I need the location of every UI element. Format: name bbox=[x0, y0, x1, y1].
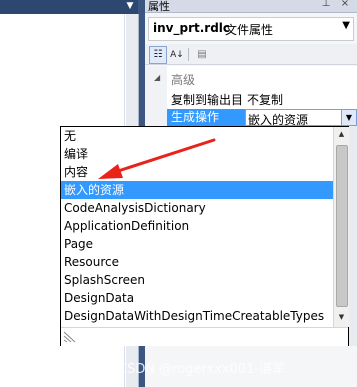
property-value[interactable]: 不复制 bbox=[247, 91, 283, 108]
dropdown-option[interactable]: 编译 bbox=[61, 145, 336, 163]
property-name: 复制到输出目 bbox=[171, 93, 243, 107]
property-grid: ◢ 高级 复制到输出目 不复制 生成操作 嵌入的资源 ▼ bbox=[145, 66, 357, 127]
dropdown-option[interactable]: ApplicationDefinition bbox=[61, 217, 336, 235]
collapse-triangle-icon[interactable]: ◢ bbox=[154, 73, 160, 82]
dropdown-scrollbar[interactable]: ▲ ▼ bbox=[333, 127, 349, 327]
dropdown-option-selected[interactable]: 嵌入的资源 bbox=[61, 181, 336, 199]
properties-toolbar: ☷ A↓ ▤ bbox=[145, 44, 357, 65]
object-name: inv_prt.rdlc bbox=[153, 21, 231, 35]
build-action-dropdown-list: 无 编译 内容 嵌入的资源 CodeAnalysisDictionary App… bbox=[60, 126, 349, 346]
dropdown-option[interactable]: DesignDataWithDesignTimeCreatableTypes bbox=[61, 307, 336, 325]
property-row-copy-to-output[interactable]: 复制到输出目 不复制 bbox=[167, 90, 357, 108]
alphabetical-sort-icon[interactable]: A↓ bbox=[168, 46, 186, 64]
build-action-combo[interactable]: 嵌入的资源 ▼ bbox=[245, 109, 357, 127]
dropdown-option[interactable]: 内容 bbox=[61, 163, 336, 181]
categorized-view-icon[interactable]: ☷ bbox=[149, 46, 167, 64]
dropdown-arrow-icon[interactable]: ▼ bbox=[341, 110, 356, 125]
scrollbar-thumb[interactable] bbox=[336, 145, 348, 307]
watermark: CSDN @rogerxxx001-谌军 bbox=[118, 362, 286, 377]
pin-icon[interactable]: ⊥ bbox=[320, 0, 332, 9]
resize-grip-icon[interactable] bbox=[63, 331, 77, 343]
object-type: 文件属性 bbox=[225, 23, 274, 37]
object-selector[interactable]: inv_prt.rdlc 文件属性 ▼ bbox=[148, 17, 354, 41]
toolbar-separator bbox=[188, 48, 189, 61]
property-pages-icon[interactable]: ▤ bbox=[193, 46, 211, 64]
close-icon[interactable]: × bbox=[339, 0, 351, 9]
tab-list-dropdown-icon[interactable]: ▼ bbox=[124, 0, 136, 12]
property-row-build-action[interactable]: 生成操作 嵌入的资源 ▼ bbox=[167, 109, 357, 127]
dropdown-resize-bar bbox=[61, 327, 348, 346]
dropdown-option[interactable]: CodeAnalysisDictionary bbox=[61, 199, 336, 217]
category-label: 高级 bbox=[171, 73, 196, 87]
scroll-up-icon[interactable]: ▲ bbox=[334, 127, 349, 142]
scroll-down-icon[interactable]: ▼ bbox=[334, 310, 349, 325]
dropdown-option[interactable]: DesignData bbox=[61, 289, 336, 307]
dropdown-option[interactable]: Resource bbox=[61, 253, 336, 271]
dropdown-option[interactable]: Page bbox=[61, 235, 336, 253]
properties-titlebar: 属性 ⊥ × bbox=[145, 0, 357, 13]
editor-tab-strip: ▼ bbox=[0, 0, 138, 14]
properties-title: 属性 bbox=[148, 0, 170, 13]
dropdown-option[interactable]: SplashScreen bbox=[61, 271, 336, 289]
chevron-down-icon[interactable]: ▼ bbox=[342, 20, 350, 31]
property-name: 生成操作 bbox=[167, 109, 247, 126]
dropdown-option[interactable]: 无 bbox=[61, 127, 336, 145]
